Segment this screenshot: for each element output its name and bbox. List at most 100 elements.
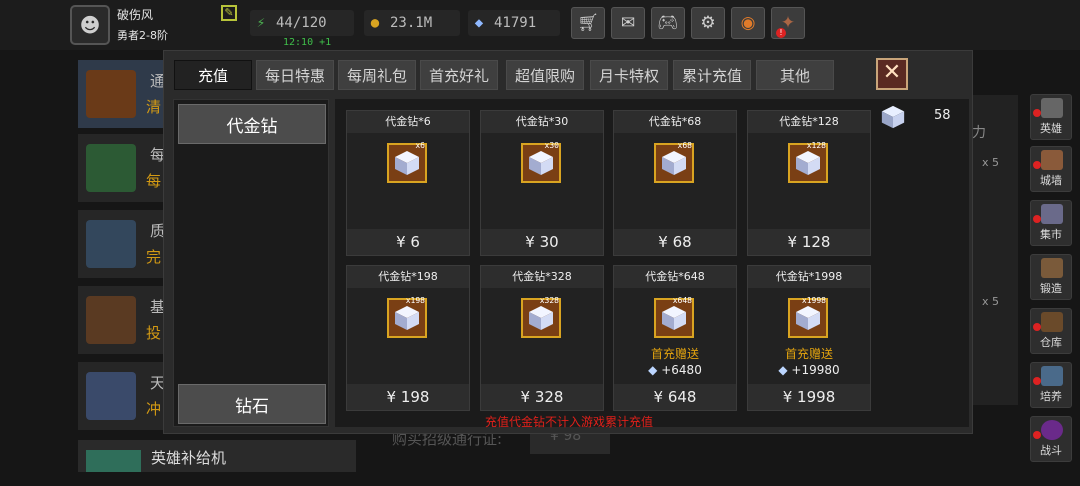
mail-button[interactable]: ✉ — [611, 7, 645, 39]
event-button[interactable]: ✦ — [771, 7, 805, 39]
sidebar-battle[interactable]: 战斗 — [1030, 416, 1072, 462]
sidebar-hero[interactable]: 英雄 — [1030, 94, 1072, 140]
product-qty: x68 — [677, 141, 692, 150]
edit-icon[interactable]: ✎ — [221, 5, 237, 21]
sidebar-train[interactable]: 培养 — [1030, 362, 1072, 408]
product-card[interactable]: 代金钻*1998 x1998 首充赠送 ◆ +19980 ¥ 1998 — [747, 265, 871, 411]
product-price[interactable]: ¥ 328 — [481, 384, 603, 410]
product-qty: x1998 — [801, 296, 826, 305]
hero-supply-item[interactable]: 英雄补给机 — [78, 440, 356, 472]
bg-list-sub: 每 — [146, 172, 162, 190]
shield-icon — [86, 372, 136, 420]
bg-list-sub: 完 — [146, 248, 162, 266]
sidebar-warehouse[interactable]: 仓库 — [1030, 308, 1072, 354]
voucher-diamond-icon — [395, 151, 419, 175]
top-bar: ☻ 破伤风 勇者2-8阶 ✎ ⚡ 44/120 12:10 +1 ● 23.1M… — [0, 0, 1080, 50]
product-card[interactable]: 代金钻*68 x68 ¥ 68 — [613, 110, 737, 256]
product-card[interactable]: 代金钻*648 x648 首充赠送 ◆ +6480 ¥ 648 — [613, 265, 737, 411]
product-price[interactable]: ¥ 6 — [347, 229, 469, 255]
alert-dot — [1033, 161, 1041, 169]
tab-recharge[interactable]: 充值 — [174, 60, 252, 90]
tab-daily-deals[interactable]: 每日特惠 — [256, 60, 334, 90]
hero-icon — [1041, 98, 1063, 118]
product-qty: x30 — [544, 141, 559, 150]
product-qty: x6 — [415, 141, 425, 150]
product-icon-frame: x328 — [521, 296, 561, 338]
sidebar-forge[interactable]: 锻造 — [1030, 254, 1072, 300]
bg-multiplier: x 5 — [982, 156, 1000, 169]
tab-monthly-card[interactable]: 月卡特权 — [590, 60, 668, 90]
product-icon-frame: x6 — [387, 141, 427, 183]
settings-button[interactable]: ⚙ — [691, 7, 725, 39]
product-card[interactable]: 代金钻*128 x128 ¥ 128 — [747, 110, 871, 256]
product-price[interactable]: ¥ 1998 — [748, 384, 870, 410]
product-card[interactable]: 代金钻*30 x30 ¥ 30 — [480, 110, 604, 256]
product-name: 代金钻*68 — [614, 111, 736, 133]
train-icon — [1041, 366, 1063, 386]
player-avatar[interactable]: ☻ — [70, 5, 110, 45]
diamond-icon: ◆ — [648, 363, 658, 377]
bonus-amount-value: +19980 — [791, 363, 840, 377]
gamepad-button[interactable]: 🎮︎ — [651, 7, 685, 39]
bg-right-text: 力 — [972, 125, 986, 141]
bonus-amount: ◆ +6480 — [614, 363, 736, 377]
close-icon: ✕ — [882, 60, 902, 85]
sidebar-label: 战斗 — [1040, 444, 1062, 457]
product-card[interactable]: 代金钻*198 x198 ¥ 198 — [346, 265, 470, 411]
voucher-diamond-icon — [529, 306, 553, 330]
diamond-icon: ◆ — [778, 363, 788, 377]
color-wheel-button[interactable]: ◉ — [731, 7, 765, 39]
gold-stat: ● 23.1M — [364, 10, 460, 36]
sidebar-wall[interactable]: 城墙 — [1030, 146, 1072, 192]
product-qty: x648 — [672, 296, 692, 305]
product-price[interactable]: ¥ 30 — [481, 229, 603, 255]
wall-icon — [1041, 150, 1063, 170]
bg-list-sub: 清 — [146, 98, 162, 116]
stamina-value: 44/120 — [276, 15, 327, 31]
product-price[interactable]: ¥ 128 — [748, 229, 870, 255]
product-name: 代金钻*6 — [347, 111, 469, 133]
book-icon — [86, 144, 136, 192]
product-qty: x198 — [405, 296, 425, 305]
tab-limited-value[interactable]: 超值限购 — [506, 60, 584, 90]
product-price[interactable]: ¥ 68 — [614, 229, 736, 255]
voucher-diamond-icon — [529, 151, 553, 175]
tab-other[interactable]: 其他 — [756, 60, 834, 90]
gear-icon: ⚙ — [700, 13, 716, 33]
alert-dot — [1033, 109, 1041, 117]
warehouse-icon — [1041, 312, 1063, 332]
first-recharge-bonus-label: 首充赠送 — [784, 347, 833, 361]
product-price[interactable]: ¥ 198 — [347, 384, 469, 410]
bg-multiplier: x 5 — [982, 295, 1000, 308]
event-icon: ✦ — [780, 13, 796, 33]
product-name: 代金钻*128 — [748, 111, 870, 133]
tab-weekly-pack[interactable]: 每周礼包 — [338, 60, 416, 90]
shop-cart-button[interactable]: 🛒︎ — [571, 7, 605, 39]
category-voucher-diamond[interactable]: 代金钻 — [178, 104, 326, 144]
product-name: 代金钻*328 — [481, 266, 603, 288]
chest-icon — [86, 296, 136, 344]
color-wheel-icon: ◉ — [740, 13, 756, 33]
bg-list-sub: 冲 — [146, 400, 162, 418]
product-name: 代金钻*1998 — [748, 266, 870, 288]
product-price[interactable]: ¥ 648 — [614, 384, 736, 410]
bg-list-sub: 投 — [146, 324, 162, 342]
shop-cart-icon: 🛒︎ — [577, 13, 599, 33]
tab-first-recharge[interactable]: 首充好礼 — [420, 60, 498, 90]
voucher-diamond-icon — [881, 105, 905, 129]
sidebar-label: 仓库 — [1040, 336, 1062, 349]
tab-cumulative[interactable]: 累计充值 — [673, 60, 751, 90]
player-name: 破伤风 — [117, 8, 154, 22]
product-card[interactable]: 代金钻*328 x328 ¥ 328 — [480, 265, 604, 411]
voucher-diamond-icon — [395, 306, 419, 330]
lightning-icon: ⚡ — [256, 15, 266, 31]
product-icon-frame: x30 — [521, 141, 561, 183]
stamina-stat: ⚡ 44/120 — [250, 10, 354, 36]
voucher-diamond-icon — [796, 306, 820, 330]
gem-icon: ◆ — [474, 15, 484, 31]
sidebar-market[interactable]: 集市 — [1030, 200, 1072, 246]
close-button[interactable]: ✕ — [876, 58, 908, 90]
sidebar-label: 培养 — [1040, 390, 1062, 403]
market-icon — [1041, 204, 1063, 224]
product-card[interactable]: 代金钻*6 x6 ¥ 6 — [346, 110, 470, 256]
